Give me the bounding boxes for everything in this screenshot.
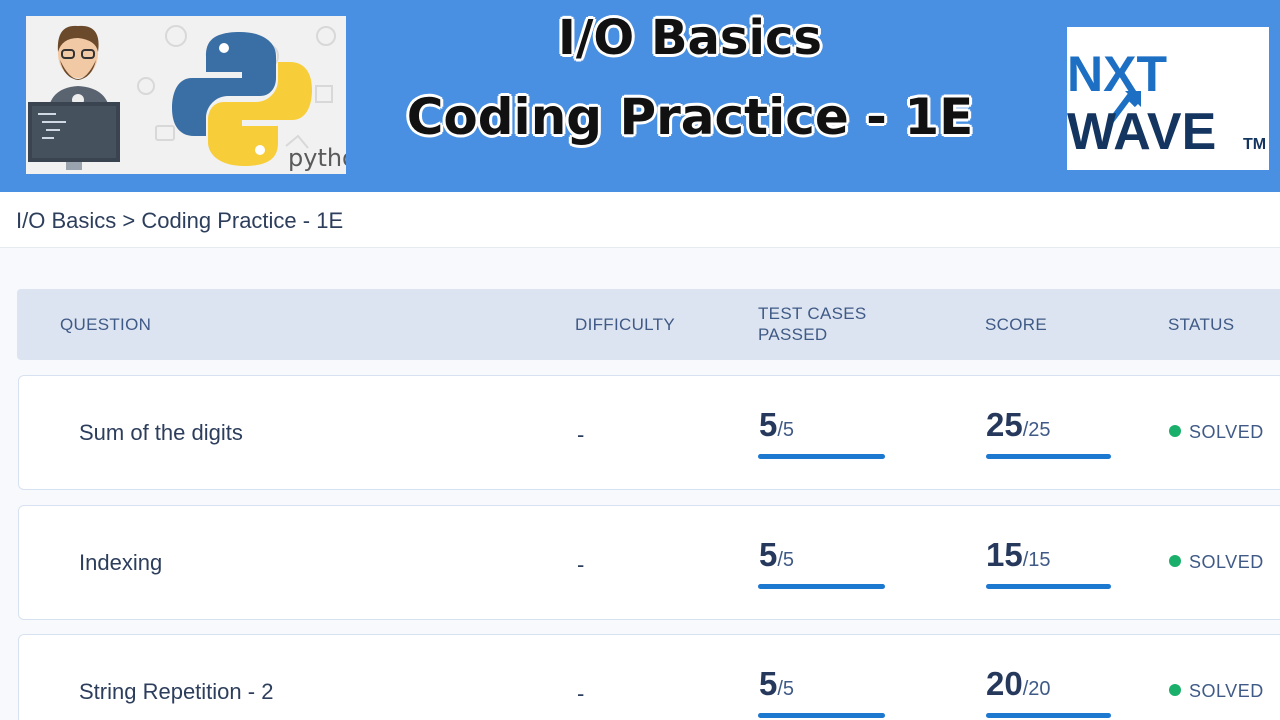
monitor-icon — [28, 102, 120, 170]
logo-tm: TM — [1243, 136, 1266, 153]
test-cases-total: /5 — [777, 678, 795, 700]
difficulty-value: - — [577, 422, 585, 447]
score-value: 25/25 — [986, 406, 1051, 444]
header-status: STATUS — [1168, 315, 1235, 334]
score-progress-bar — [986, 584, 1111, 589]
table-row[interactable]: String Repetition - 2 - 5/5 20/20 SOLVED — [18, 634, 1280, 720]
status-badge: SOLVED — [1169, 552, 1264, 573]
difficulty-value: - — [577, 552, 585, 577]
table-header: QUESTION DIFFICULTY TEST CASES PASSED SC… — [17, 289, 1280, 360]
difficulty-value: - — [577, 681, 585, 706]
test-cases-progress-fill — [758, 713, 885, 718]
header-difficulty: DIFFICULTY — [575, 315, 675, 334]
status-label: SOLVED — [1189, 422, 1264, 442]
test-cases-passed: 5 — [759, 536, 778, 573]
logo-text-top: NXT — [1067, 46, 1167, 102]
score-earned: 15 — [986, 536, 1023, 573]
score-value: 15/15 — [986, 536, 1051, 574]
test-cases-progress-bar — [758, 454, 885, 459]
solved-dot-icon — [1169, 425, 1181, 437]
test-cases-value: 5/5 — [759, 536, 794, 574]
test-cases-progress-fill — [758, 454, 885, 459]
test-cases-progress-bar — [758, 584, 885, 589]
python-thumbnail: pytho — [26, 16, 346, 174]
test-cases-passed: 5 — [759, 665, 778, 702]
table-row[interactable]: Sum of the digits - 5/5 25/25 SOLVED — [18, 375, 1280, 490]
test-cases-progress-bar — [758, 713, 885, 718]
score-progress-bar — [986, 713, 1111, 718]
header-score: SCORE — [985, 315, 1047, 334]
question-link[interactable]: Indexing — [79, 550, 162, 576]
test-cases-progress-fill — [758, 584, 885, 589]
solved-dot-icon — [1169, 684, 1181, 696]
status-label: SOLVED — [1189, 681, 1264, 701]
video-banner: pytho I/O Basics Coding Practice - 1E NX… — [0, 0, 1280, 192]
breadcrumb-current: Coding Practice - 1E — [141, 208, 344, 233]
breadcrumb-parent-link[interactable]: I/O Basics — [16, 208, 116, 233]
test-cases-value: 5/5 — [759, 406, 794, 444]
python-illustration: pytho — [28, 25, 346, 172]
logo-text-bottom: WAVE — [1067, 103, 1216, 161]
score-total: /15 — [1022, 549, 1051, 571]
banner-title-line2: Coding Practice - 1E — [406, 88, 974, 146]
score-value: 20/20 — [986, 665, 1051, 703]
test-cases-passed: 5 — [759, 406, 778, 443]
score-progress-bar — [986, 454, 1111, 459]
score-earned: 25 — [986, 406, 1023, 443]
status-label: SOLVED — [1189, 552, 1264, 572]
test-cases-total: /5 — [777, 419, 795, 441]
status-badge: SOLVED — [1169, 422, 1264, 443]
header-test-cases-line1: TEST CASES — [758, 304, 867, 323]
breadcrumb-bar: I/O Basics > Coding Practice - 1E — [0, 192, 1280, 248]
breadcrumb-separator: > — [122, 208, 136, 233]
nxtwave-logo: NXT WAVE TM — [1067, 27, 1269, 170]
score-total: /25 — [1022, 419, 1051, 441]
header-question: QUESTION — [60, 315, 152, 334]
test-cases-total: /5 — [777, 549, 795, 571]
table-row[interactable]: Indexing - 5/5 15/15 SOLVED — [18, 505, 1280, 620]
header-test-cases: TEST CASES PASSED — [758, 303, 867, 345]
score-earned: 20 — [986, 665, 1023, 702]
breadcrumb: I/O Basics > Coding Practice - 1E — [16, 208, 343, 234]
score-progress-fill — [986, 584, 1111, 589]
question-link[interactable]: Sum of the digits — [79, 420, 243, 446]
solved-dot-icon — [1169, 555, 1181, 567]
test-cases-value: 5/5 — [759, 665, 794, 703]
score-progress-fill — [986, 713, 1111, 718]
score-progress-fill — [986, 454, 1111, 459]
thumbnail-text: pytho — [288, 144, 346, 172]
status-badge: SOLVED — [1169, 681, 1264, 702]
banner-title-line1: I/O Basics — [558, 10, 822, 66]
score-total: /20 — [1022, 678, 1051, 700]
header-test-cases-line2: PASSED — [758, 325, 828, 344]
question-link[interactable]: String Repetition - 2 — [79, 679, 273, 705]
